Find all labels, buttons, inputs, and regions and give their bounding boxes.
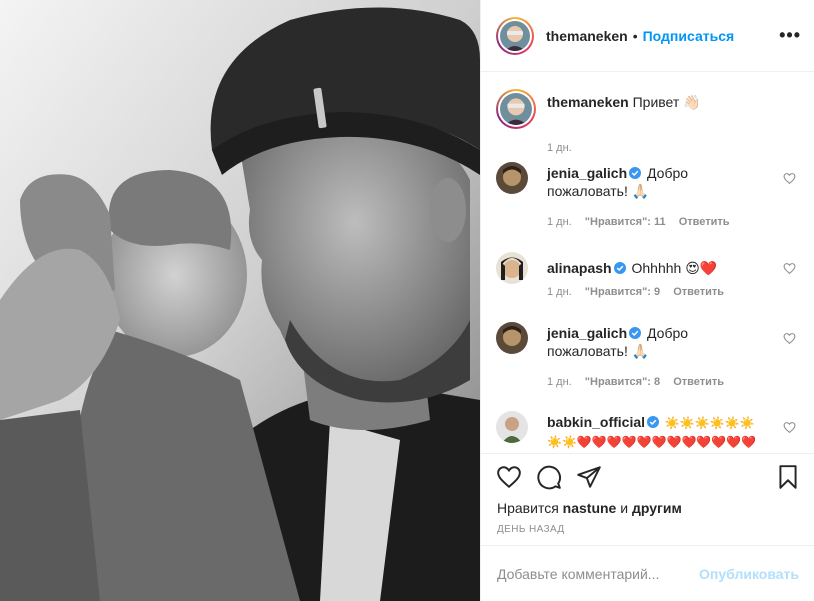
reply-button[interactable]: Ответить [673,376,724,388]
post-photo[interactable] [0,0,480,601]
share-icon[interactable] [576,464,602,490]
comment-meta: 1 дн. "Нравится": 11 Ответить [547,216,740,228]
author-avatar[interactable] [496,16,534,55]
comment-avatar-image [496,322,528,354]
caption-body: Привет 👋🏻 [632,94,701,110]
comment-text: alinapash Ohhhhh 😍❤️ [547,259,767,277]
likes-user[interactable]: nastune [563,500,617,516]
add-comment-form: Опубликовать [481,545,814,601]
post-header: themaneken • Подписаться ••• [481,0,814,72]
comment-username[interactable]: alinapash [547,260,612,276]
comment-username[interactable]: jenia_galich [547,325,627,341]
post-sidebar: themaneken • Подписаться ••• themaneken … [480,0,814,601]
comment-item: alinapash Ohhhhh 😍❤️ 1 дн. "Нравится": 9… [496,252,800,302]
comment-meta: 1 дн. "Нравится": 8 Ответить [547,376,734,388]
post-actions: Нравится nastune и другим ДЕНЬ НАЗАД [481,453,814,545]
comment-time[interactable]: 1 дн. [547,286,572,298]
author-username[interactable]: themaneken [546,28,628,44]
comment-body: Ohhhhh 😍❤️ [631,260,718,276]
header-separator: • [632,27,638,44]
comment-username[interactable]: babkin_official [547,414,645,430]
comment-item: jenia_galich Добро пожаловать! 🙏🏻 1 дн. … [496,322,800,392]
author-avatar-image [500,20,530,51]
comment-heart-icon[interactable] [783,421,796,434]
photo-illustration [0,0,480,601]
comment-text: babkin_official ☀️☀️☀️☀️☀️☀️☀️☀️❤️❤️❤️❤️… [547,413,767,453]
likes-others[interactable]: другим [632,500,682,516]
likes-prefix: Нравится [497,500,559,516]
reply-button[interactable]: Ответить [673,286,724,298]
caption-text: themaneken Привет 👋🏻 [547,93,787,111]
reply-button[interactable]: Ответить [679,216,730,228]
verified-badge-icon [647,416,660,428]
comment-avatar-image [496,252,528,284]
heart-icon[interactable] [496,464,522,490]
comment-avatar[interactable] [496,252,528,284]
comment-text: jenia_galich Добро пожаловать! 🙏🏻 [547,164,767,200]
comment-likes[interactable]: "Нравится": 9 [585,286,660,298]
comment-likes[interactable]: "Нравится": 11 [585,216,666,228]
comment-avatar[interactable] [496,411,528,443]
comment-time[interactable]: 1 дн. [547,376,572,388]
comment-item: babkin_official ☀️☀️☀️☀️☀️☀️☀️☀️❤️❤️❤️❤️… [496,411,800,453]
comment-heart-icon[interactable] [783,332,796,345]
comment-icon[interactable] [536,464,562,490]
caption-time[interactable]: 1 дн. [547,142,572,154]
comment-username[interactable]: jenia_galich [547,165,627,181]
comment-avatar[interactable] [496,322,528,354]
comment-avatar-image [496,411,528,443]
bookmark-icon[interactable] [775,464,801,490]
comment-input[interactable] [497,564,697,584]
comment-meta: 1 дн. "Нравится": 9 Ответить [547,286,734,298]
likes-and: и [620,500,629,516]
comment-avatar-image [496,162,528,194]
comment-heart-icon[interactable] [783,172,796,185]
caption-avatar[interactable] [496,89,536,129]
comments-list[interactable]: themaneken Привет 👋🏻 1 дн. jenia_galich … [481,73,814,453]
comment-likes[interactable]: "Нравится": 8 [585,376,660,388]
caption-username[interactable]: themaneken [547,94,629,110]
publish-button[interactable]: Опубликовать [699,566,799,582]
comment-heart-icon[interactable] [783,262,796,275]
verified-badge-icon [613,262,626,274]
verified-badge-icon [629,167,642,179]
comment-text: jenia_galich Добро пожаловать! 🙏🏻 [547,324,767,360]
caption-avatar-image [500,93,532,125]
comment-item: jenia_galich Добро пожаловать! 🙏🏻 1 дн. … [496,162,800,232]
more-horizontal-icon[interactable]: ••• [779,26,801,44]
post-date[interactable]: ДЕНЬ НАЗАД [497,524,565,535]
instagram-post: themaneken • Подписаться ••• themaneken … [0,0,814,601]
likes-summary: Нравится nastune и другим [497,500,682,516]
comment-time[interactable]: 1 дн. [547,216,572,228]
follow-button[interactable]: Подписаться [643,28,735,44]
verified-badge-icon [629,327,642,339]
comment-avatar[interactable] [496,162,528,194]
